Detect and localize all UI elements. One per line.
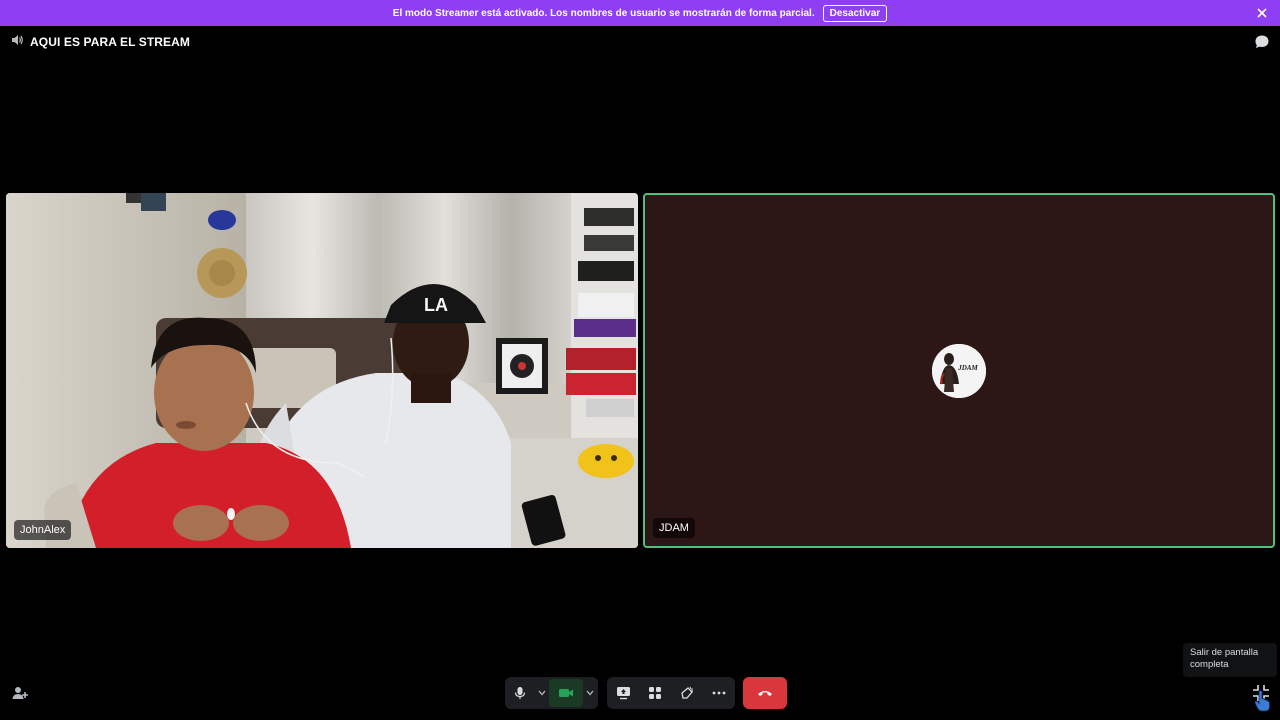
hang-up-icon bbox=[758, 691, 772, 696]
channel-header: AQUI ES PARA EL STREAM bbox=[10, 34, 190, 50]
video-tile-johnalex[interactable]: LA JohnAlex bbox=[6, 193, 638, 548]
speaker-icon bbox=[10, 33, 24, 52]
microphone-button[interactable] bbox=[505, 677, 535, 709]
camera-icon bbox=[559, 689, 573, 697]
chevron-down-icon bbox=[538, 690, 546, 696]
av-controls bbox=[505, 677, 598, 709]
activity-controls bbox=[607, 677, 735, 709]
chat-icon[interactable] bbox=[1254, 34, 1270, 50]
video-tile-jdam[interactable]: JDAM JDAM bbox=[643, 193, 1275, 548]
more-icon bbox=[712, 691, 726, 695]
deactivate-streamer-mode-button[interactable]: Desactivar bbox=[822, 4, 888, 22]
streamer-mode-message: El modo Streamer está activado. Los nomb… bbox=[392, 7, 815, 19]
invite-icon[interactable] bbox=[11, 684, 29, 702]
soundboard-button[interactable] bbox=[671, 677, 703, 709]
more-options-button[interactable] bbox=[703, 677, 735, 709]
streamer-mode-banner: El modo Streamer está activado. Los nomb… bbox=[0, 0, 1280, 26]
activities-button[interactable] bbox=[639, 677, 671, 709]
camera-button[interactable] bbox=[549, 679, 583, 707]
pointer-cursor-icon bbox=[1254, 690, 1270, 712]
camera-options-button[interactable] bbox=[583, 677, 597, 709]
activities-icon bbox=[649, 687, 661, 699]
chevron-down-icon bbox=[586, 690, 594, 696]
channel-name: AQUI ES PARA EL STREAM bbox=[30, 35, 190, 49]
svg-text:LA: LA bbox=[424, 295, 448, 315]
participant-name-tag: JDAM bbox=[653, 518, 695, 538]
share-screen-button[interactable] bbox=[607, 677, 639, 709]
avatar-logo-text: JDAM bbox=[957, 364, 978, 372]
close-icon[interactable] bbox=[1254, 5, 1270, 21]
soundboard-icon bbox=[681, 686, 693, 699]
disconnect-button[interactable] bbox=[743, 677, 787, 709]
participant-name-tag: JohnAlex bbox=[14, 520, 72, 540]
participant-video: LA bbox=[6, 193, 638, 548]
microphone-icon bbox=[514, 687, 526, 699]
avatar[interactable]: JDAM bbox=[932, 343, 986, 398]
share-screen-icon bbox=[616, 687, 630, 700]
microphone-options-button[interactable] bbox=[535, 677, 549, 709]
exit-fullscreen-tooltip: Salir de pantalla completa bbox=[1183, 643, 1277, 677]
